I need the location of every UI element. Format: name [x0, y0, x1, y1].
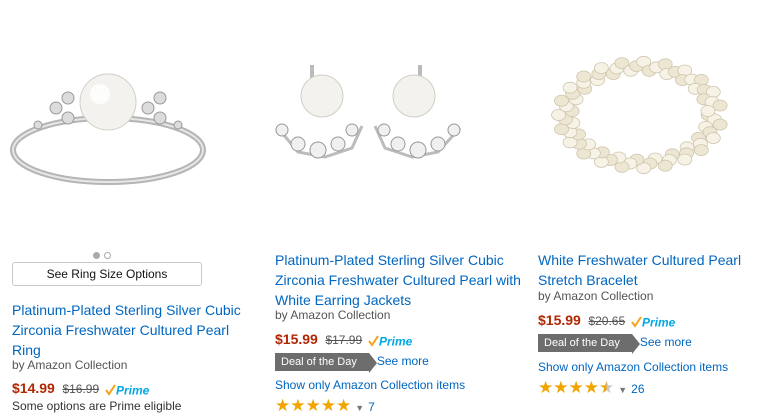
pearl-bead: [700, 105, 716, 117]
star-rating[interactable]: ★★★★★: [275, 397, 351, 414]
prime-icon: Prime: [630, 313, 679, 329]
star-icon: ★: [583, 378, 599, 397]
pearl-bead: [677, 153, 693, 166]
pearl-bead: [705, 132, 721, 144]
product-image-bracelet[interactable]: [538, 40, 743, 190]
star-icon: ★: [336, 396, 352, 415]
old-price: $16.99: [62, 382, 100, 396]
show-only-brand-link[interactable]: Show only Amazon Collection items: [538, 360, 728, 374]
svg-text:Prime: Prime: [116, 383, 150, 397]
price-row: $15.99 $20.65 Prime: [538, 312, 679, 329]
old-price: $20.65: [588, 314, 626, 328]
deal-of-the-day-badge[interactable]: Deal of the Day: [538, 334, 640, 354]
product-brand: by Amazon Collection: [275, 308, 391, 322]
price: $14.99: [12, 380, 55, 396]
chevron-down-icon[interactable]: ▼: [355, 403, 364, 413]
product-image-earrings[interactable]: [270, 60, 465, 170]
deal-of-the-day-badge[interactable]: Deal of the Day: [275, 353, 377, 373]
product-image-ring[interactable]: [8, 40, 208, 190]
deal-row: Deal of the Day See more: [538, 334, 692, 354]
star-icon: ★: [538, 378, 554, 397]
star-icon: ★: [599, 378, 615, 397]
star-icon: ★: [275, 396, 291, 415]
star-icon: ★: [305, 396, 321, 415]
pearl-bead: [712, 99, 728, 112]
pearl-bead: [693, 144, 709, 156]
star-rating[interactable]: ★★★★★: [538, 379, 614, 396]
pearl-bead: [576, 70, 592, 83]
rating-row[interactable]: ★★★★★ ▼ 7: [275, 397, 375, 414]
pearl-bead: [562, 81, 578, 94]
star-icon: ★: [568, 378, 584, 397]
price: $15.99: [538, 312, 581, 328]
review-count[interactable]: 26: [631, 382, 644, 396]
old-price: $17.99: [325, 333, 363, 347]
review-count[interactable]: 7: [368, 400, 375, 414]
deal-row: Deal of the Day See more: [275, 353, 429, 373]
price-row: $15.99 $17.99 Prime: [275, 331, 416, 348]
product-title[interactable]: White Freshwater Cultured Pearl Stretch …: [538, 250, 758, 290]
product-brand: by Amazon Collection: [12, 358, 128, 372]
carousel-dot-active[interactable]: [93, 252, 100, 259]
svg-text:Prime: Prime: [642, 315, 676, 329]
product-title[interactable]: Platinum-Plated Sterling Silver Cubic Zi…: [12, 300, 252, 360]
prime-icon: Prime: [367, 332, 416, 348]
price-row: $14.99 $16.99 Prime: [12, 380, 153, 397]
carousel-dot[interactable]: [104, 252, 111, 259]
svg-text:Prime: Prime: [379, 334, 413, 348]
star-icon: ★: [553, 378, 569, 397]
rating-row[interactable]: ★★★★★ ▼ 26: [538, 379, 645, 396]
show-only-brand-link[interactable]: Show only Amazon Collection items: [275, 378, 465, 392]
product-brand: by Amazon Collection: [538, 289, 654, 303]
prime-icon: Prime: [104, 381, 153, 397]
star-icon: ★: [320, 396, 336, 415]
see-more-link[interactable]: See more: [640, 335, 692, 349]
see-more-link[interactable]: See more: [377, 354, 429, 368]
see-ring-size-options-button[interactable]: See Ring Size Options: [12, 262, 202, 286]
product-title[interactable]: Platinum-Plated Sterling Silver Cubic Zi…: [275, 250, 525, 310]
price: $15.99: [275, 331, 318, 347]
chevron-down-icon[interactable]: ▼: [618, 385, 627, 395]
star-icon: ★: [290, 396, 306, 415]
prime-eligible-note: Some options are Prime eligible: [12, 399, 182, 413]
